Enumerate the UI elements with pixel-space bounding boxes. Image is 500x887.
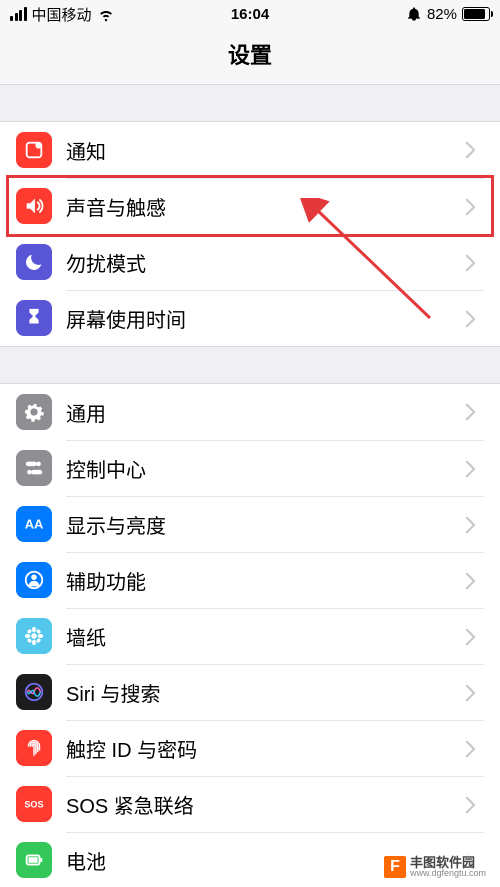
row-label: 触控 ID 与密码 — [66, 734, 465, 763]
settings-row-controlcenter[interactable]: 控制中心 — [0, 440, 500, 496]
settings-row-wallpaper[interactable]: 墙纸 — [0, 608, 500, 664]
row-label: SOS 紧急联络 — [66, 790, 465, 819]
signal-icon — [10, 7, 27, 21]
settings-group: 通用控制中心显示与亮度辅助功能墙纸 Siri 与搜索触控 ID 与密码 SOS 紧急… — [0, 383, 500, 887]
chevron-right-icon — [465, 684, 476, 702]
status-right: 82% — [406, 6, 490, 23]
chevron-right-icon — [465, 740, 476, 758]
chevron-right-icon — [465, 198, 476, 216]
status-left: 中国移动 — [10, 4, 115, 25]
row-label: 辅助功能 — [66, 566, 465, 595]
row-label: 通知 — [66, 136, 465, 165]
carrier-label: 中国移动 — [32, 4, 92, 25]
person-icon — [16, 562, 52, 598]
aa-icon — [16, 506, 52, 542]
group-spacer — [0, 85, 500, 121]
chevron-right-icon — [465, 516, 476, 534]
settings-row-notifications[interactable]: 通知 — [0, 122, 500, 178]
settings-row-display[interactable]: 显示与亮度 — [0, 496, 500, 552]
settings-row-accessibility[interactable]: 辅助功能 — [0, 552, 500, 608]
page-title: 设置 — [0, 28, 500, 85]
row-label: Siri 与搜索 — [66, 678, 465, 707]
row-label: 通用 — [66, 398, 465, 427]
chevron-right-icon — [465, 460, 476, 478]
settings-group: 通知声音与触感勿扰模式屏幕使用时间 — [0, 121, 500, 347]
fingerprint-icon — [16, 730, 52, 766]
group-spacer — [0, 347, 500, 383]
chevron-right-icon — [465, 141, 476, 159]
sos-icon — [16, 786, 52, 822]
switches-icon — [16, 450, 52, 486]
flower-icon — [16, 618, 52, 654]
settings-row-dnd[interactable]: 勿扰模式 — [0, 234, 500, 290]
sound-icon — [16, 188, 52, 224]
row-label: 墙纸 — [66, 622, 465, 651]
status-bar: 中国移动 16:04 82% — [0, 0, 500, 28]
watermark: F 丰图软件园 www.dgfengtu.com — [380, 853, 494, 881]
siri-icon — [16, 674, 52, 710]
wifi-icon — [97, 5, 115, 23]
hourglass-icon — [16, 300, 52, 336]
row-label: 声音与触感 — [66, 192, 465, 221]
settings-row-touchid[interactable]: 触控 ID 与密码 — [0, 720, 500, 776]
settings-row-general[interactable]: 通用 — [0, 384, 500, 440]
battery-icon — [16, 842, 52, 878]
settings-row-sos[interactable]: SOS 紧急联络 — [0, 776, 500, 832]
alarm-icon — [406, 6, 422, 22]
watermark-url: www.dgfengtu.com — [410, 869, 486, 878]
chevron-right-icon — [465, 628, 476, 646]
battery-icon — [462, 7, 490, 21]
settings-row-siri[interactable]: Siri 与搜索 — [0, 664, 500, 720]
row-label: 屏幕使用时间 — [66, 304, 465, 333]
notif-icon — [16, 132, 52, 168]
settings-row-sounds[interactable]: 声音与触感 — [0, 178, 500, 234]
row-label: 显示与亮度 — [66, 510, 465, 539]
gear-icon — [16, 394, 52, 430]
moon-icon — [16, 244, 52, 280]
clock: 16:04 — [231, 6, 269, 23]
watermark-logo: F — [384, 856, 406, 878]
row-label: 勿扰模式 — [66, 248, 465, 277]
chevron-right-icon — [465, 572, 476, 590]
chevron-right-icon — [465, 796, 476, 814]
chevron-right-icon — [465, 310, 476, 328]
settings-row-screentime[interactable]: 屏幕使用时间 — [0, 290, 500, 346]
battery-percent: 82% — [427, 6, 457, 23]
chevron-right-icon — [465, 254, 476, 272]
row-label: 控制中心 — [66, 454, 465, 483]
chevron-right-icon — [465, 403, 476, 421]
